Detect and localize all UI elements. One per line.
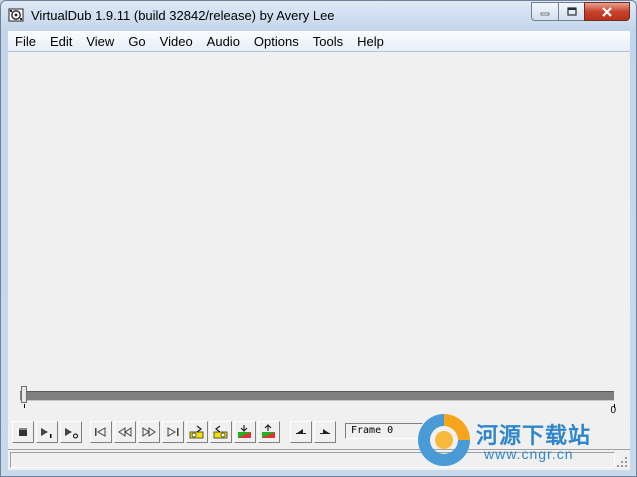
- close-icon: [602, 6, 612, 17]
- mark-in-icon: [296, 429, 306, 434]
- prev-scene-icon: [238, 425, 251, 438]
- maximize-button[interactable]: [558, 2, 584, 21]
- go-end-button[interactable]: [162, 421, 184, 443]
- app-window: VirtualDub 1.9.11 (build 32842/release) …: [0, 0, 637, 477]
- minimize-icon: [540, 12, 550, 15]
- maximize-icon: [566, 7, 577, 16]
- mark-out-button[interactable]: [314, 421, 336, 443]
- menu-options[interactable]: Options: [247, 32, 306, 51]
- watermark-logo: [418, 414, 470, 466]
- menu-view[interactable]: View: [79, 32, 121, 51]
- next-keyframe-button[interactable]: [210, 421, 232, 443]
- prev-keyframe-icon: [189, 425, 204, 439]
- watermark-url: www.cngr.cn: [484, 446, 574, 462]
- go-start-button[interactable]: [90, 421, 112, 443]
- play-input-icon: [41, 428, 52, 438]
- watermark: 河源下载站 www.cngr.cn: [412, 408, 632, 472]
- step-forward-icon: [142, 427, 156, 437]
- next-keyframe-icon: [213, 425, 228, 439]
- menu-go[interactable]: Go: [121, 32, 152, 51]
- title-bar[interactable]: VirtualDub 1.9.11 (build 32842/release) …: [1, 1, 636, 31]
- timeline-slider-thumb[interactable]: [21, 386, 27, 403]
- go-start-icon: [95, 427, 106, 437]
- timeline-track[interactable]: [20, 391, 614, 401]
- menu-edit[interactable]: Edit: [43, 32, 79, 51]
- menu-help[interactable]: Help: [350, 32, 391, 51]
- go-end-icon: [167, 427, 179, 437]
- play-output-button[interactable]: [60, 421, 82, 443]
- prev-keyframe-button[interactable]: [186, 421, 208, 443]
- step-back-icon: [118, 427, 132, 437]
- window-title: VirtualDub 1.9.11 (build 32842/release) …: [31, 8, 335, 23]
- stop-icon: [19, 428, 27, 436]
- menu-audio[interactable]: Audio: [200, 32, 247, 51]
- step-forward-button[interactable]: [138, 421, 160, 443]
- stop-button[interactable]: [12, 421, 34, 443]
- menu-tools[interactable]: Tools: [306, 32, 350, 51]
- menu-bar: File Edit View Go Video Audio Options To…: [8, 31, 630, 52]
- caption-buttons: [531, 2, 630, 21]
- prev-scene-button[interactable]: [234, 421, 256, 443]
- minimize-button[interactable]: [531, 2, 558, 21]
- menu-file[interactable]: File: [8, 32, 43, 51]
- virtualdub-app-icon[interactable]: [8, 7, 24, 23]
- next-scene-button[interactable]: [258, 421, 280, 443]
- step-back-button[interactable]: [114, 421, 136, 443]
- timeline-start-tick: [24, 404, 25, 408]
- mark-in-button[interactable]: [290, 421, 312, 443]
- menu-video[interactable]: Video: [153, 32, 200, 51]
- next-scene-icon: [262, 424, 275, 438]
- play-output-icon: [65, 428, 78, 439]
- mark-out-icon: [320, 429, 330, 434]
- close-button[interactable]: [584, 2, 630, 21]
- play-input-button[interactable]: [36, 421, 58, 443]
